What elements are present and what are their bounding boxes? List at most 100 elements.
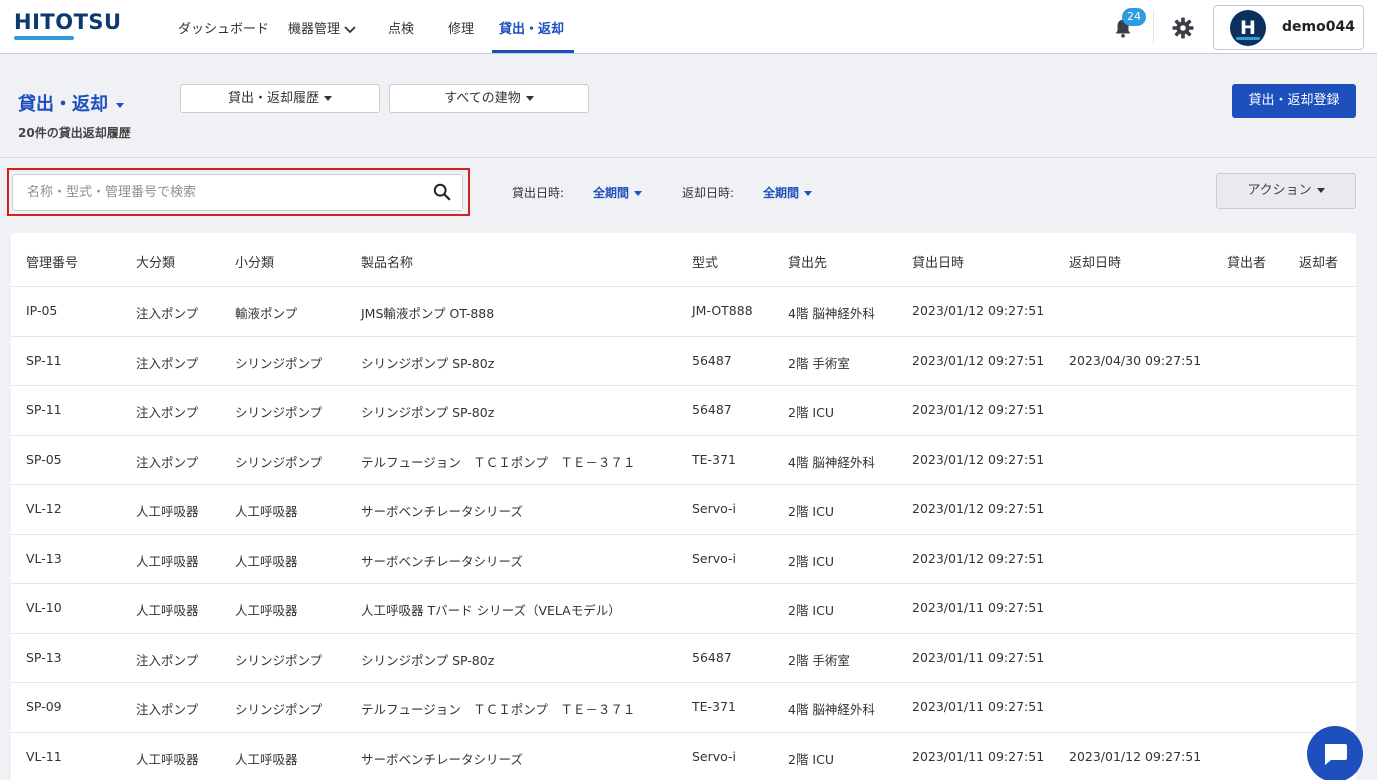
column-header-major-category[interactable]: 大分類	[136, 252, 175, 271]
cell-control-number: SP-11	[26, 402, 62, 417]
caret-down-icon	[324, 96, 332, 101]
table-row[interactable]: SP-11 注入ポンプ シリンジポンプ シリンジポンプ SP-80z 56487 2階 I…	[11, 385, 1356, 434]
table-row[interactable]: VL-11 人工呼吸器 人工呼吸器 サーボベンチレータシリーズ Servo-i 2階 IC…	[11, 731, 1356, 780]
cell-product-name: サーボベンチレータシリーズ	[361, 504, 523, 519]
lend-date-label: 貸出日時:	[512, 186, 565, 200]
cell-model: 56487	[692, 649, 732, 665]
cell-model: TE-371	[692, 451, 736, 467]
app-logo[interactable]: HITOTSU	[14, 10, 122, 34]
column-header-returner[interactable]: 返却者	[1299, 252, 1338, 271]
cell-major-category: 注入ポンプ	[136, 702, 199, 717]
section-divider	[0, 157, 1377, 158]
top-bar: HITOTSU ダッシュボード 機器管理 点検 修理 貸出・返却 24 H de…	[0, 0, 1377, 54]
avatar: H	[1230, 10, 1266, 46]
nav-repair[interactable]: 修理	[448, 18, 474, 37]
cell-major-category: 注入ポンプ	[136, 355, 199, 371]
caret-down-icon	[634, 191, 643, 196]
page-title[interactable]: 貸出・返却	[18, 90, 124, 116]
cell-product-name: テルフュージョン ＴＣＩポンプ ＴＥ－３７１	[361, 702, 636, 717]
column-header-minor-category[interactable]: 小分類	[235, 252, 274, 271]
chat-icon	[1325, 744, 1347, 765]
nav-equipment[interactable]: 機器管理	[288, 18, 356, 37]
cell-major-category: 注入ポンプ	[136, 652, 199, 668]
nav-inspection[interactable]: 点検	[388, 18, 414, 37]
search-highlight	[7, 168, 470, 216]
cell-lend-datetime: 2023/01/11 09:27:51	[912, 699, 1045, 714]
cell-lend-datetime: 2023/01/12 09:27:51	[912, 352, 1045, 368]
table-row[interactable]: VL-13 人工呼吸器 人工呼吸器 サーボベンチレータシリーズ Servo-i 2階 IC…	[11, 533, 1356, 583]
caret-down-icon	[804, 191, 813, 196]
column-header-model[interactable]: 型式	[692, 252, 718, 271]
cell-return-datetime: 2023/01/12 09:27:51	[1069, 748, 1202, 764]
cell-minor-category: シリンジポンプ	[235, 355, 323, 371]
column-header-lender[interactable]: 貸出者	[1227, 252, 1266, 271]
return-date-filter[interactable]: 全期間	[763, 184, 813, 201]
nav-dashboard[interactable]: ダッシュボード	[178, 18, 269, 37]
cell-minor-category: シリンジポンプ	[235, 702, 323, 717]
record-count: 20件の貸出返却履歴	[18, 126, 131, 140]
table-row[interactable]: IP-05 注入ポンプ 輸液ポンプ JMS輸液ポンプ OT-888 JM-OT888 4階…	[11, 286, 1356, 335]
cell-major-category: 注入ポンプ	[136, 405, 199, 420]
cell-control-number: VL-12	[26, 501, 62, 516]
cell-major-category: 人工呼吸器	[136, 751, 199, 767]
lend-date-filter[interactable]: 全期間	[593, 184, 643, 201]
cell-product-name: サーボベンチレータシリーズ	[361, 751, 523, 767]
cell-control-number: SP-13	[26, 649, 62, 665]
nav-lending[interactable]: 貸出・返却	[499, 18, 564, 37]
search-icon[interactable]	[433, 183, 451, 201]
cell-lend-destination: 2階 手術室	[788, 355, 850, 371]
column-header-lend-destination[interactable]: 貸出先	[788, 252, 827, 271]
cell-lend-destination: 4階 脳神経外科	[788, 306, 875, 321]
gear-icon[interactable]	[1171, 16, 1195, 40]
cell-lend-datetime: 2023/01/12 09:27:51	[912, 550, 1045, 566]
cell-major-category: 人工呼吸器	[136, 553, 199, 569]
cell-lend-datetime: 2023/01/12 09:27:51	[912, 501, 1045, 516]
cell-control-number: VL-10	[26, 600, 62, 615]
cell-product-name: シリンジポンプ SP-80z	[361, 355, 495, 371]
table-row[interactable]: VL-10 人工呼吸器 人工呼吸器 人工呼吸器 Tバード シリーズ（VELAモデル） 2…	[11, 583, 1356, 632]
column-header-product-name[interactable]: 製品名称	[361, 252, 413, 271]
cell-lend-datetime: 2023/01/12 09:27:51	[912, 451, 1045, 467]
history-dropdown[interactable]: 貸出・返却履歴	[180, 84, 380, 113]
cell-control-number: VL-13	[26, 550, 62, 566]
cell-lend-destination: 2階 ICU	[788, 751, 834, 767]
cell-product-name: シリンジポンプ SP-80z	[361, 652, 495, 668]
table-row[interactable]: SP-05 注入ポンプ シリンジポンプ テルフュージョン ＴＣＩポンプ ＴＥ－３７１ T…	[11, 434, 1356, 484]
table-row[interactable]: SP-11 注入ポンプ シリンジポンプ シリンジポンプ SP-80z 56487 2階 手…	[11, 335, 1356, 385]
cell-lend-datetime: 2023/01/11 09:27:51	[912, 748, 1045, 764]
chat-button[interactable]	[1307, 726, 1363, 780]
table-row[interactable]: SP-13 注入ポンプ シリンジポンプ シリンジポンプ SP-80z 56487 2階 手…	[11, 632, 1356, 682]
cell-control-number: VL-11	[26, 748, 62, 764]
cell-lend-destination: 4階 脳神経外科	[788, 702, 875, 717]
register-button[interactable]: 貸出・返却登録	[1232, 84, 1356, 118]
cell-return-datetime: 2023/04/30 09:27:51	[1069, 352, 1202, 368]
cell-control-number: SP-11	[26, 352, 62, 368]
nav-equipment-label: 機器管理	[288, 22, 341, 37]
table-row[interactable]: VL-12 人工呼吸器 人工呼吸器 サーボベンチレータシリーズ Servo-i 2階 IC…	[11, 484, 1356, 533]
cell-control-number: SP-09	[26, 699, 62, 714]
page-title-text: 貸出・返却	[18, 94, 108, 115]
user-name: demo044	[1282, 19, 1355, 35]
action-dropdown[interactable]: アクション	[1216, 173, 1356, 209]
caret-down-icon	[525, 96, 534, 101]
cell-model: Servo-i	[692, 501, 737, 516]
cell-product-name: サーボベンチレータシリーズ	[361, 553, 523, 569]
cell-control-number: SP-05	[26, 451, 62, 467]
column-header-control-number[interactable]: 管理番号	[26, 252, 78, 271]
column-header-lend-datetime[interactable]: 貸出日時	[912, 252, 964, 271]
caret-down-icon	[1316, 188, 1325, 193]
cell-minor-category: 人工呼吸器	[235, 603, 298, 618]
cell-model: Servo-i	[692, 550, 737, 566]
nav-active-indicator	[492, 50, 574, 53]
column-header-return-datetime[interactable]: 返却日時	[1069, 252, 1121, 271]
table-row[interactable]: SP-09 注入ポンプ シリンジポンプ テルフュージョン ＴＣＩポンプ ＴＥ－３７１ T…	[11, 682, 1356, 731]
search-input[interactable]	[12, 174, 463, 211]
cell-model: JM-OT888	[692, 303, 753, 318]
cell-major-category: 注入ポンプ	[136, 306, 199, 321]
cell-control-number: IP-05	[26, 303, 58, 318]
cell-model: Servo-i	[692, 748, 737, 764]
logo-underline	[14, 36, 74, 40]
user-menu-button[interactable]: H demo044	[1213, 5, 1364, 50]
cell-lend-datetime: 2023/01/12 09:27:51	[912, 402, 1045, 417]
building-dropdown[interactable]: すべての建物	[389, 84, 589, 113]
